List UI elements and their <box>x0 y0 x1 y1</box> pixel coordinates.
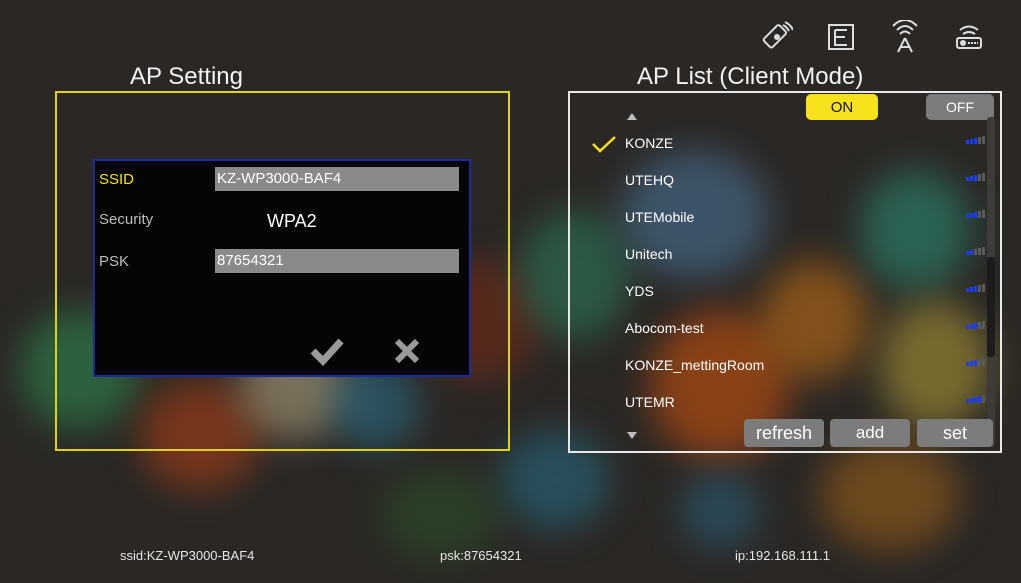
scrollbar-thumb[interactable] <box>987 257 995 357</box>
refresh-button[interactable]: refresh <box>744 419 824 447</box>
psk-field[interactable]: 87654321 <box>215 249 459 273</box>
close-icon <box>394 338 420 364</box>
ap-list-scrollbar[interactable] <box>987 117 995 447</box>
ap-list-title: AP List (Client Mode) <box>637 63 864 90</box>
signal-strength-icon <box>966 136 985 144</box>
ap-list-item[interactable]: UTEHQ <box>625 162 985 198</box>
off-toggle-button[interactable]: OFF <box>926 94 994 120</box>
signal-strength-icon <box>966 358 985 366</box>
ap-name: YDS <box>625 283 654 299</box>
signal-strength-icon <box>966 284 985 292</box>
signal-strength-icon <box>966 321 985 329</box>
cancel-button[interactable] <box>387 331 427 371</box>
security-value[interactable]: WPA2 <box>267 211 317 232</box>
wifi-antenna-icon[interactable] <box>888 20 922 54</box>
router-icon[interactable] <box>952 20 986 54</box>
signal-strength-icon <box>966 247 985 255</box>
psk-label: PSK <box>99 253 130 270</box>
signal-strength-icon <box>966 395 985 403</box>
footer-ssid: ssid:KZ-WP3000-BAF4 <box>120 548 255 563</box>
ap-name: KONZE <box>625 135 674 151</box>
ssid-field[interactable]: KZ-WP3000-BAF4 <box>215 167 459 191</box>
network-tree-icon[interactable] <box>824 20 858 54</box>
ap-name: KONZE_mettingRoom <box>625 357 765 373</box>
ap-name: UTEMobile <box>625 209 695 225</box>
security-label: Security <box>99 211 154 228</box>
ap-list-item[interactable]: YDS <box>625 273 985 309</box>
top-icon-bar <box>760 20 986 54</box>
ap-name: UTEHQ <box>625 172 674 188</box>
scroll-down-arrow-icon[interactable] <box>627 432 637 439</box>
ap-name: UTEMR <box>625 394 675 410</box>
signal-strength-icon <box>966 210 985 218</box>
ap-setting-dialog: SSID KZ-WP3000-BAF4 Security WPA2 PSK 87… <box>93 159 471 377</box>
ap-setting-title: AP Setting <box>130 63 243 90</box>
ap-list-item[interactable]: Unitech <box>625 236 985 272</box>
confirm-button[interactable] <box>307 331 347 371</box>
checkmark-icon <box>310 338 344 366</box>
ap-name: Unitech <box>625 246 673 262</box>
ap-list-item[interactable]: UTEMobile <box>625 199 985 235</box>
add-button[interactable]: add <box>830 419 910 447</box>
ssid-label: SSID <box>99 171 135 188</box>
on-toggle-button[interactable]: ON <box>806 94 878 120</box>
footer-ip: ip:192.168.111.1 <box>735 548 830 563</box>
signal-strength-icon <box>966 173 985 181</box>
selected-checkmark-icon <box>592 136 616 153</box>
remote-control-icon[interactable] <box>760 20 794 54</box>
ap-list-item[interactable]: Abocom-test <box>625 310 985 346</box>
ap-list-item[interactable]: UTEMR <box>625 384 985 420</box>
set-button[interactable]: set <box>917 419 993 447</box>
footer-psk: psk:87654321 <box>440 548 522 563</box>
scroll-up-arrow-icon[interactable] <box>627 113 637 120</box>
ap-list-item[interactable]: KONZE <box>592 125 985 161</box>
ap-list-item[interactable]: KONZE_mettingRoom <box>625 347 985 383</box>
ap-name: Abocom-test <box>625 320 704 336</box>
